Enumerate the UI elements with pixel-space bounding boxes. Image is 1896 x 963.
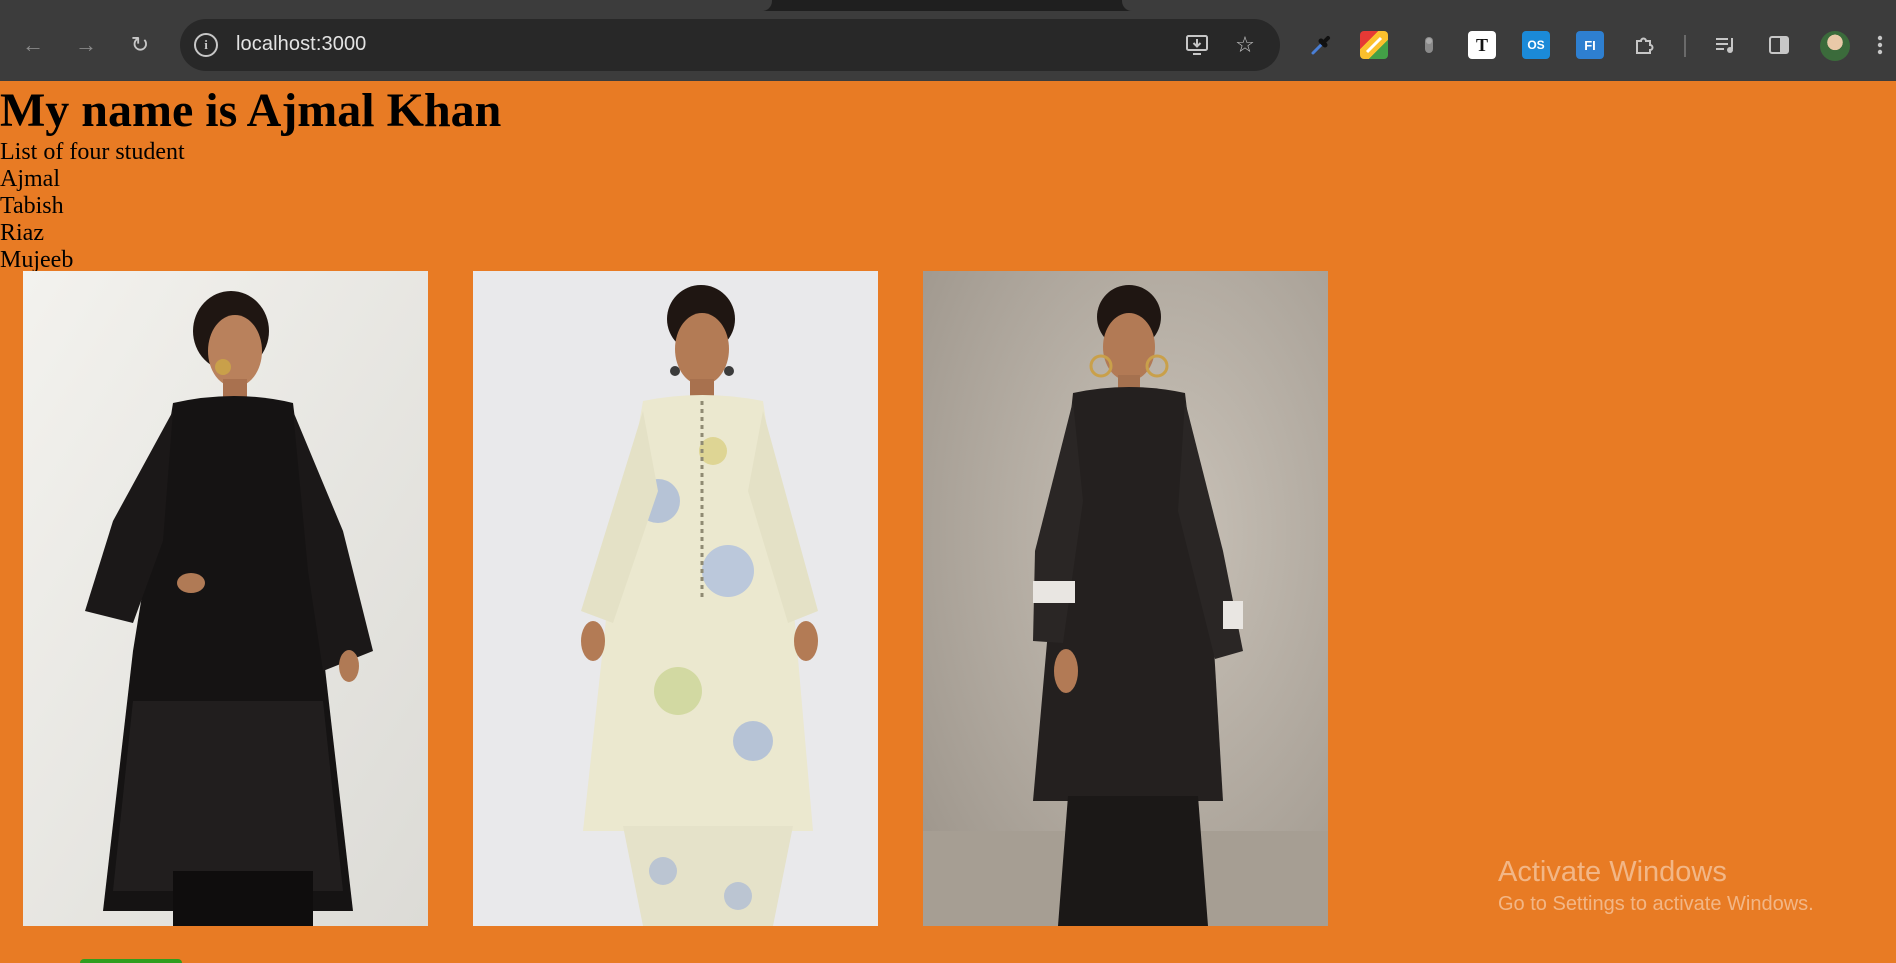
reload-icon[interactable]: ↻ [126, 31, 154, 59]
browser-toolbar: ← → ↻ i localhost:3000 ☆ T OS FI [0, 11, 1896, 81]
model-floral-cream-kurta-image [473, 271, 878, 926]
student-item: Ajmal [0, 166, 60, 192]
tab-strip [0, 0, 1896, 11]
install-app-icon[interactable] [1184, 32, 1210, 58]
green-button[interactable] [80, 959, 182, 963]
text-T-icon[interactable]: T [1468, 31, 1496, 59]
model-black-kurta-white-cuffs-image [923, 271, 1328, 926]
media-queue-icon[interactable] [1712, 31, 1740, 59]
list-heading: List of four student [0, 139, 185, 165]
page-body: My name is Ajmal Khan List of four stude… [0, 81, 1896, 963]
active-tab[interactable] [0, 0, 772, 11]
fi-icon[interactable]: FI [1576, 31, 1604, 59]
side-panel-icon[interactable] [1765, 31, 1793, 59]
avatar[interactable] [1820, 31, 1850, 61]
student-item: Riaz [0, 220, 44, 246]
address-bar[interactable]: i localhost:3000 ☆ [180, 19, 1280, 71]
ghost-icon[interactable] [1415, 31, 1443, 59]
watermark-title: Activate Windows [1498, 856, 1727, 888]
back-icon[interactable]: ← [19, 31, 47, 59]
forward-icon[interactable]: → [72, 31, 100, 59]
os-addon-icon[interactable]: OS [1522, 31, 1550, 59]
kebab-menu-icon[interactable] [1870, 31, 1890, 59]
puzzle-extensions-icon[interactable] [1630, 31, 1658, 59]
eyedropper-icon[interactable] [1307, 31, 1335, 59]
info-icon[interactable]: i [194, 33, 218, 57]
color-palette-icon[interactable] [1360, 31, 1388, 59]
windows-activation-watermark: Activate Windows Go to Settings to activ… [1498, 854, 1814, 918]
page-title: My name is Ajmal Khan [0, 84, 502, 137]
tab-strip-right [1122, 0, 1896, 11]
student-item: Mujeeb [0, 247, 74, 273]
model-black-lace-kurta-image [23, 271, 428, 926]
watermark-subtitle: Go to Settings to activate Windows. [1498, 893, 1814, 915]
toolbar-separator [1684, 35, 1686, 57]
student-item: Tabish [0, 193, 64, 219]
star-icon[interactable]: ☆ [1232, 32, 1258, 58]
url-text[interactable]: localhost:3000 [236, 33, 366, 56]
